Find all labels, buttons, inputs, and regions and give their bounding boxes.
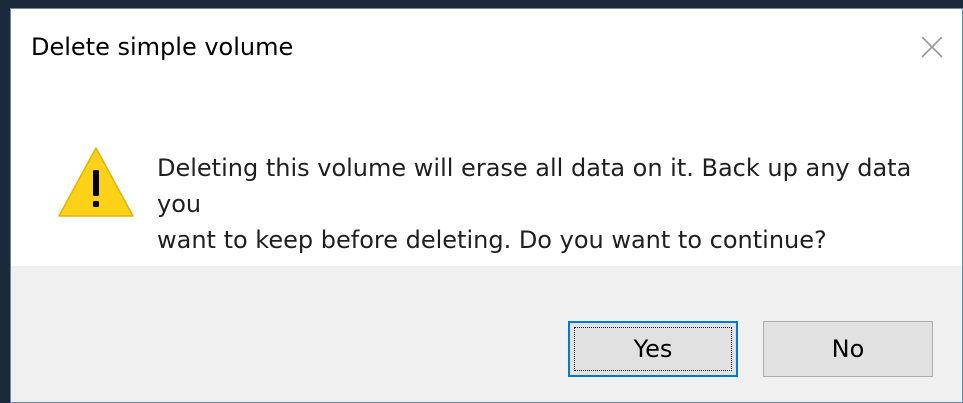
dialog-message: Deleting this volume will erase all data… — [157, 150, 917, 258]
close-icon — [921, 36, 943, 58]
close-button[interactable] — [910, 25, 954, 69]
yes-button[interactable]: Yes — [568, 321, 738, 377]
title-bar: Delete simple volume — [11, 9, 962, 84]
button-bar: Yes No — [11, 266, 962, 402]
message-line-1: Deleting this volume will erase all data… — [157, 154, 912, 218]
dialog-title: Delete simple volume — [31, 33, 294, 61]
no-button-label: No — [831, 335, 865, 363]
warning-icon — [58, 147, 134, 217]
delete-volume-dialog: Delete simple volume Deleting this volum… — [10, 8, 963, 403]
dialog-content: Deleting this volume will erase all data… — [11, 84, 962, 266]
message-line-2: want to keep before deleting. Do you wan… — [157, 226, 827, 254]
no-button[interactable]: No — [763, 321, 933, 377]
yes-button-label: Yes — [633, 335, 673, 363]
